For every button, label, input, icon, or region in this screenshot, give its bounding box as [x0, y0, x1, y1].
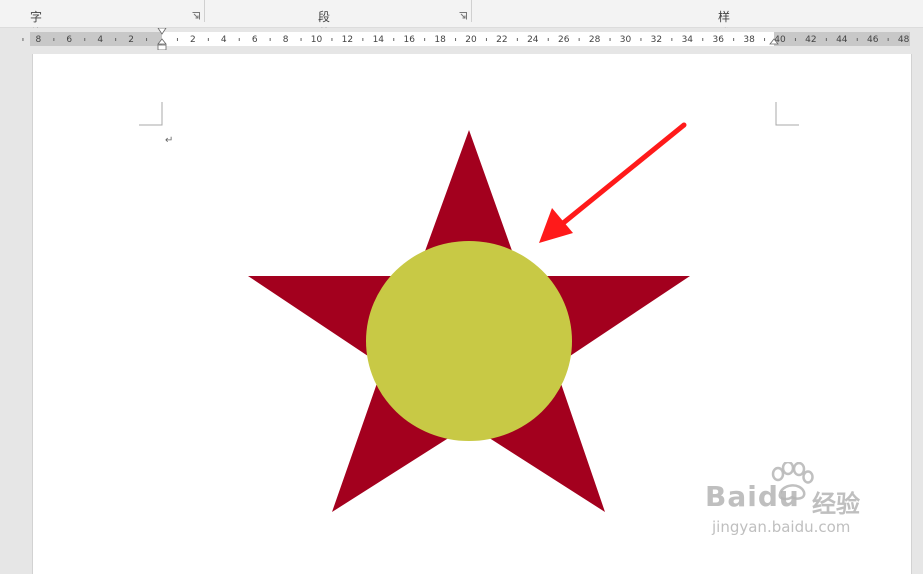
circle-shape[interactable]	[366, 241, 572, 441]
arrow-annotation	[539, 122, 687, 243]
baidu-watermark: Baidu 经验 jingyan.baidu.com	[700, 462, 900, 542]
watermark-brand: Baidu	[705, 480, 800, 513]
watermark-brand-cn: 经验	[812, 490, 860, 518]
watermark-url: jingyan.baidu.com	[712, 518, 851, 536]
